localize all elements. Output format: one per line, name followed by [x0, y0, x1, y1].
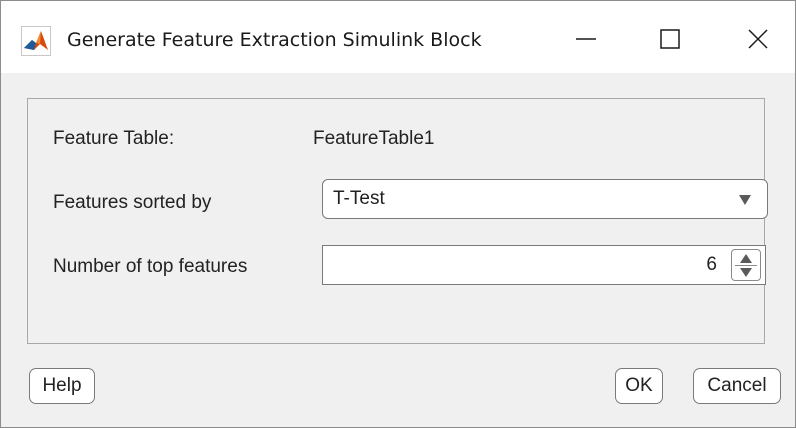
maximize-icon	[660, 29, 680, 49]
sorted-by-label: Features sorted by	[53, 192, 212, 213]
options-panel: Feature Table: FeatureTable1 Features so…	[27, 98, 768, 344]
minimize-button[interactable]	[557, 13, 615, 65]
dropdown-arrow-icon	[739, 195, 751, 205]
sorted-by-selected-value: T-Test	[333, 188, 385, 209]
feature-table-value: FeatureTable1	[313, 128, 435, 149]
spinner-divider	[735, 265, 757, 266]
maximize-button[interactable]	[641, 13, 699, 65]
cancel-button[interactable]: Cancel	[693, 368, 781, 404]
top-features-label: Number of top features	[53, 256, 248, 277]
matlab-logo-icon	[21, 26, 51, 56]
title-bar[interactable]: Generate Feature Extraction Simulink Blo…	[1, 1, 795, 73]
spinner-down-icon[interactable]	[740, 268, 752, 277]
sorted-by-dropdown[interactable]: T-Test	[322, 179, 768, 219]
window-title: Generate Feature Extraction Simulink Blo…	[67, 29, 482, 51]
spinner-up-icon[interactable]	[740, 254, 752, 263]
ok-button[interactable]: OK	[615, 368, 663, 404]
help-button[interactable]: Help	[29, 368, 95, 404]
close-button[interactable]	[729, 13, 787, 65]
top-features-value[interactable]: 6	[706, 253, 717, 277]
close-icon	[748, 29, 768, 49]
top-features-spinner[interactable]: 6	[322, 245, 766, 285]
dialog-window: Generate Feature Extraction Simulink Blo…	[0, 0, 796, 428]
feature-table-label: Feature Table:	[53, 128, 175, 149]
minimize-icon	[576, 38, 596, 40]
spinner-buttons	[731, 249, 761, 281]
